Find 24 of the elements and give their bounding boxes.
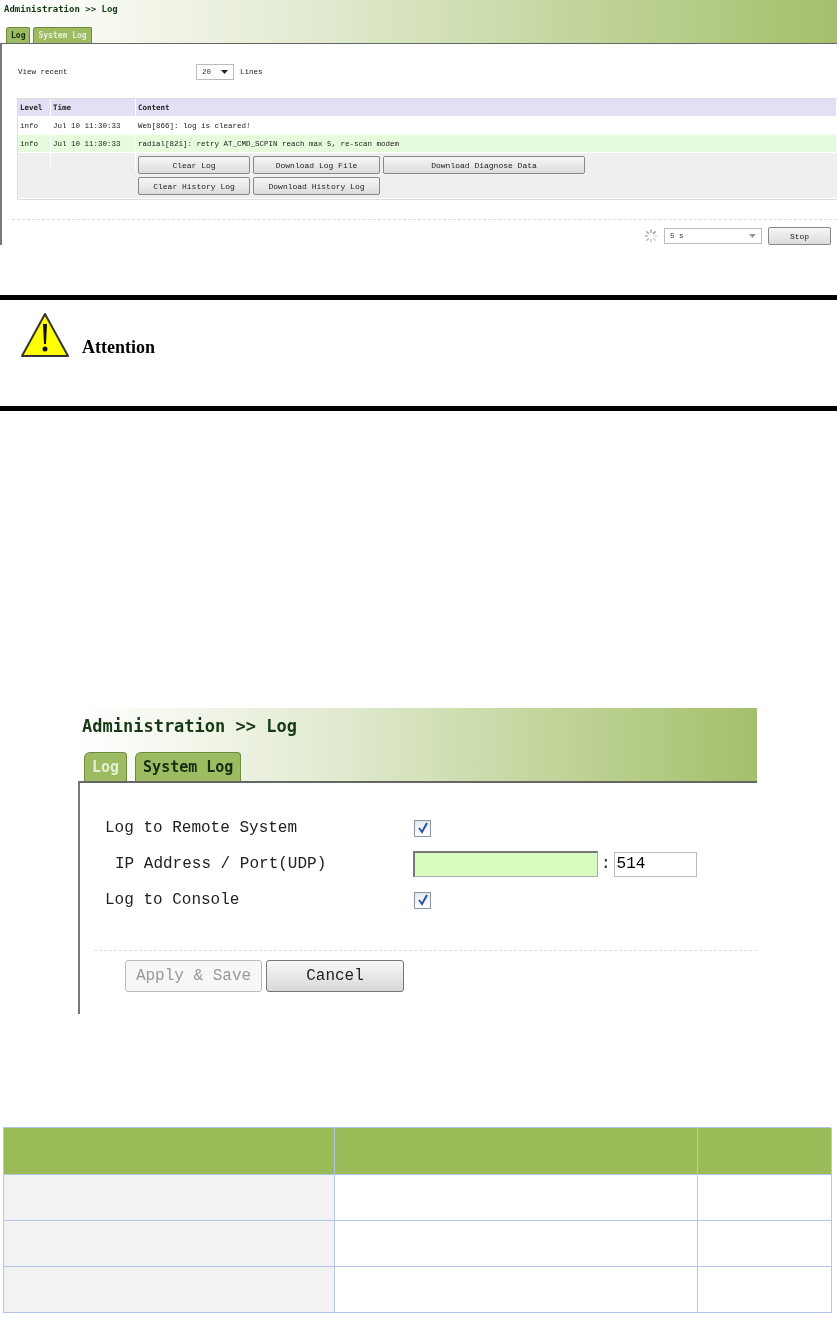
warning-icon [20, 312, 70, 358]
form-button[interactable]: Cancel [266, 960, 404, 992]
field-label: Log to Console [105, 891, 241, 909]
action-button[interactable]: Download History Log [253, 177, 380, 195]
port-field[interactable]: 514 [613, 851, 697, 877]
breadcrumb: Administration >> Log [4, 4, 119, 14]
tab[interactable]: Log [6, 27, 31, 43]
action-button[interactable]: Download Log File [253, 156, 380, 174]
spinner-icon [644, 229, 658, 243]
attention-title: Attention [82, 337, 155, 358]
action-button[interactable]: Download Diagnose Data [383, 156, 585, 174]
breadcrumb: Administration >> Log [82, 716, 298, 736]
tab[interactable]: System Log [135, 752, 242, 781]
caret-icon [221, 70, 228, 74]
checkbox[interactable] [414, 819, 431, 837]
field-label: Log to Remote System [105, 819, 299, 837]
field-label: IP Address / Port(UDP) [114, 855, 328, 873]
separator-label: : [601, 855, 611, 873]
caret-icon [749, 234, 756, 238]
stop-button[interactable]: Stop [768, 227, 831, 245]
action-button[interactable]: Clear History Log [138, 177, 250, 195]
checkbox[interactable] [414, 891, 431, 909]
action-button[interactable]: Clear Log [138, 156, 250, 174]
ip-address-field[interactable] [413, 851, 598, 877]
